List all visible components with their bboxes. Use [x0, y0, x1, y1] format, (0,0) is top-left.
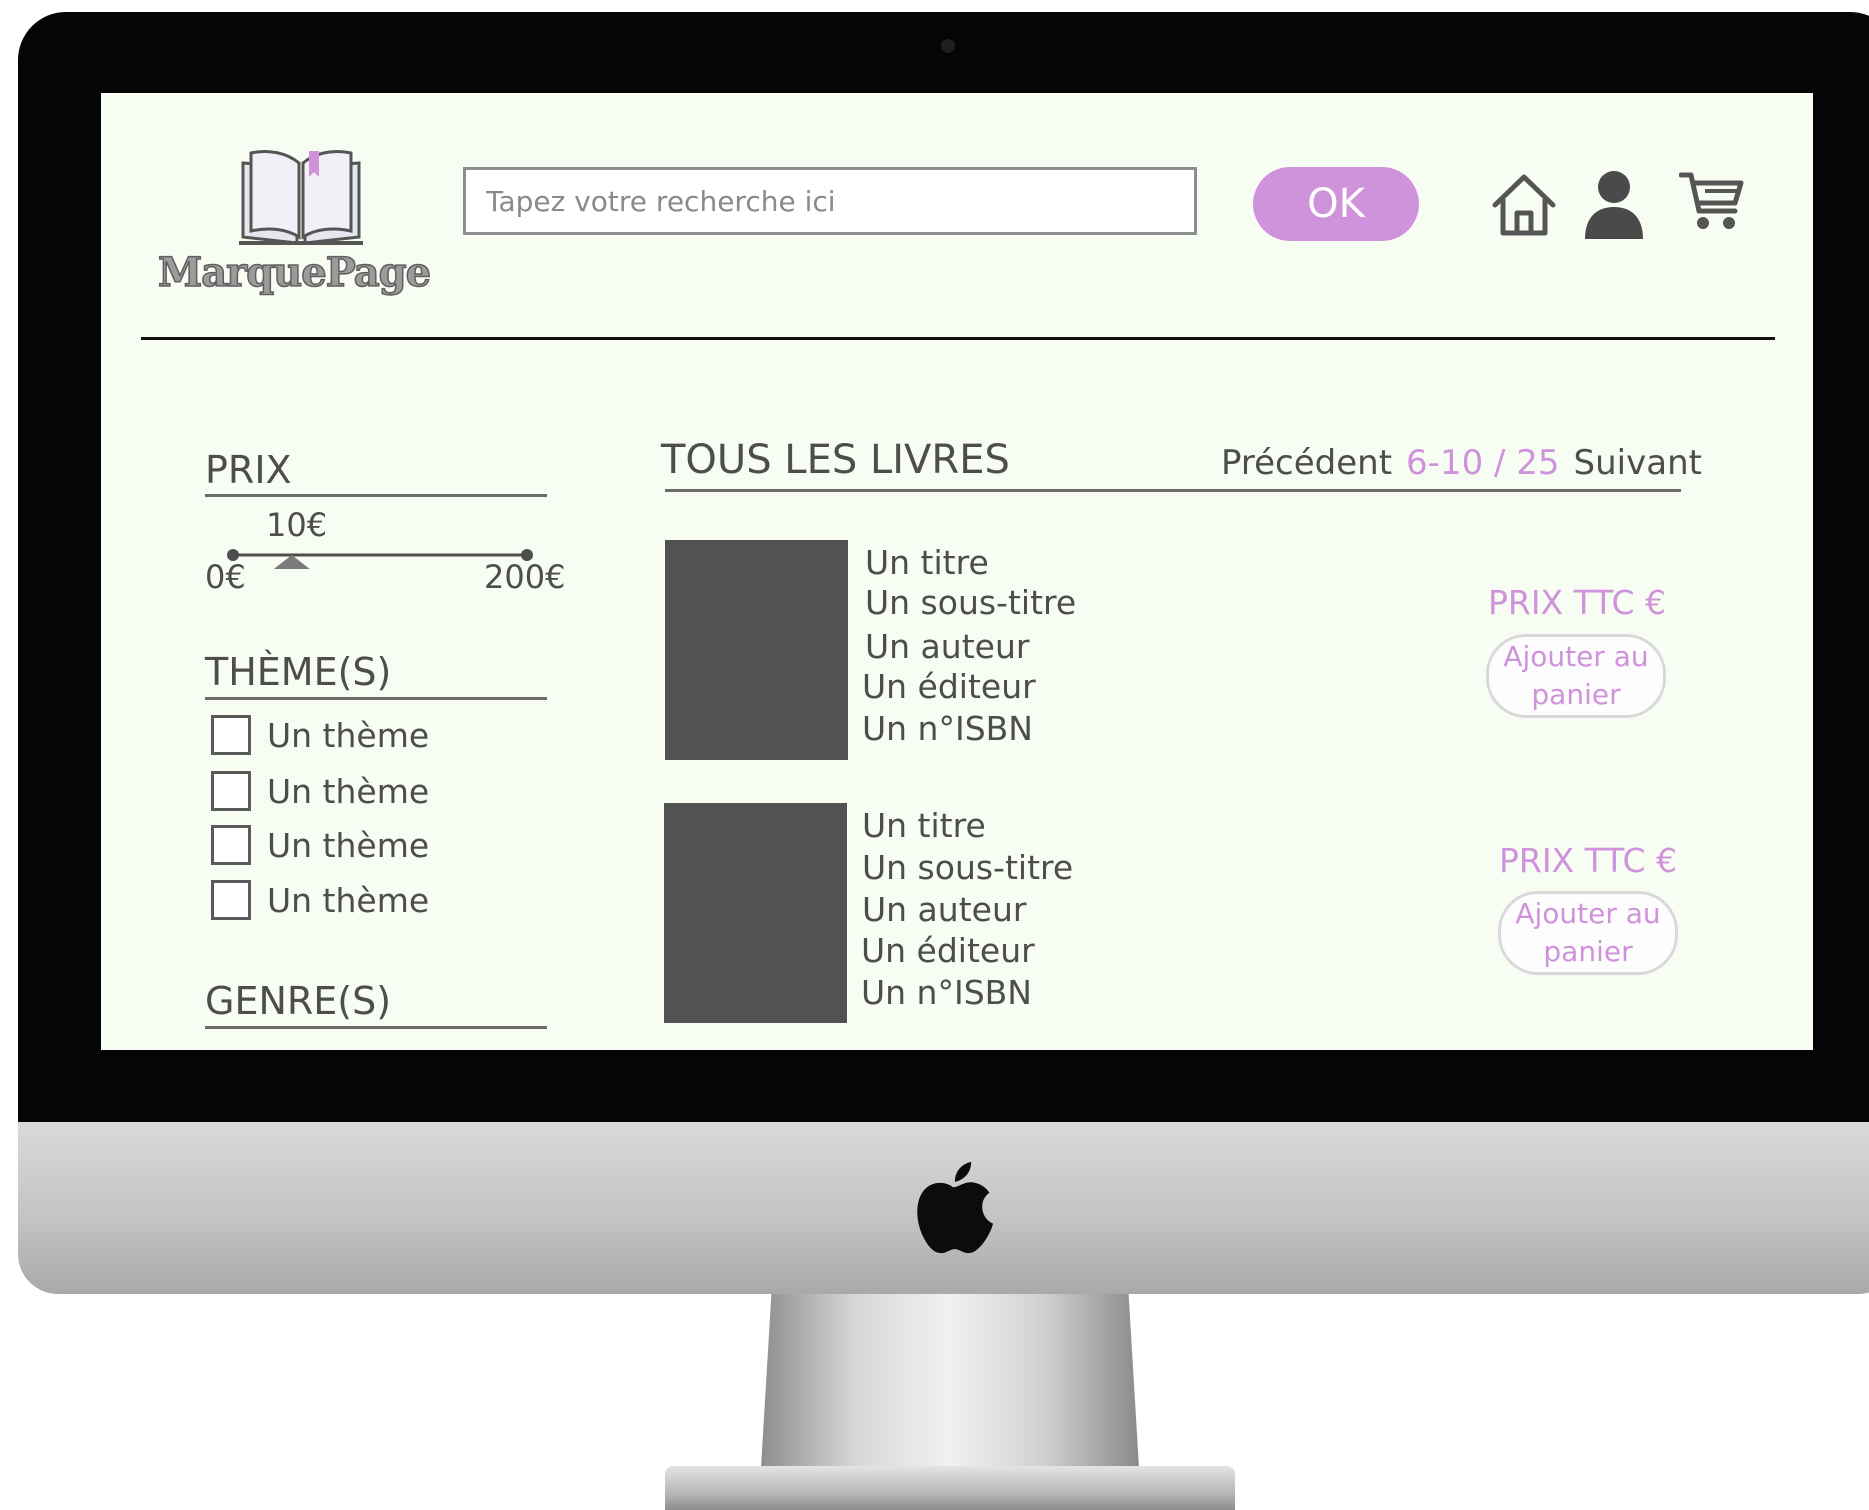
list-divider	[665, 489, 1681, 492]
theme-label: Un thème	[267, 771, 430, 811]
book-author: Un auteur	[865, 627, 1030, 666]
book-publisher: Un éditeur	[861, 931, 1035, 970]
theme-filter-title: THÈME(S)	[205, 650, 392, 694]
book-price: PRIX TTC €	[1499, 841, 1677, 880]
book-title[interactable]: Un titre	[862, 806, 986, 845]
search-input[interactable]	[466, 170, 1194, 232]
theme-option[interactable]: Un thème	[211, 823, 429, 867]
home-icon[interactable]	[1489, 169, 1559, 239]
theme-label: Un thème	[267, 715, 430, 755]
theme-label: Un thème	[267, 825, 430, 865]
price-current-value: 10€	[266, 506, 328, 544]
theme-option[interactable]: Un thème	[211, 878, 429, 922]
pagination-range: 6-10 / 25	[1406, 443, 1560, 483]
book-subtitle: Un sous-titre	[865, 583, 1077, 622]
price-filter-divider	[205, 494, 547, 497]
theme-checkbox[interactable]	[211, 880, 251, 920]
monitor-stand-foot	[665, 1466, 1235, 1510]
logo-text: MarquePage	[157, 248, 432, 297]
cart-icon[interactable]	[1679, 169, 1745, 235]
monitor-stand-neck	[760, 1294, 1140, 1484]
theme-checkbox[interactable]	[211, 825, 251, 865]
genre-filter-title: GENRE(S)	[205, 979, 392, 1023]
book-logo-icon	[239, 149, 363, 245]
book-price: PRIX TTC €	[1488, 583, 1666, 622]
header-divider	[141, 337, 1775, 340]
pagination: Précédent 6-10 / 25 Suivant	[1221, 443, 1702, 483]
list-title: TOUS LES LIVRES	[661, 437, 1010, 483]
pagination-next-link[interactable]: Suivant	[1574, 443, 1702, 483]
logo[interactable]: MarquePage	[149, 145, 439, 303]
search-box	[463, 167, 1197, 235]
book-author: Un auteur	[862, 890, 1027, 929]
book-publisher: Un éditeur	[862, 667, 1036, 706]
theme-label: Un thème	[267, 880, 430, 920]
book-cover[interactable]	[664, 803, 847, 1023]
slider-thumb	[273, 555, 310, 569]
genre-filter-divider	[205, 1026, 547, 1029]
user-icon[interactable]	[1583, 169, 1645, 239]
book-subtitle: Un sous-titre	[862, 848, 1074, 887]
add-to-cart-button[interactable]: Ajouter au panier	[1486, 634, 1666, 718]
book-title[interactable]: Un titre	[865, 543, 989, 582]
theme-option[interactable]: Un thème	[211, 769, 429, 813]
screen: MarquePage OK PRIX 10€ 0€ 200€ THÈME(S) …	[101, 93, 1813, 1050]
price-filter-title: PRIX	[205, 448, 292, 492]
book-isbn: Un n°ISBN	[862, 709, 1033, 748]
search-ok-button[interactable]: OK	[1253, 167, 1419, 241]
price-max-label: 200€	[484, 558, 566, 596]
theme-option[interactable]: Un thème	[211, 713, 429, 757]
price-min-label: 0€	[205, 558, 246, 596]
theme-checkbox[interactable]	[211, 771, 251, 811]
pagination-prev-link[interactable]: Précédent	[1221, 443, 1392, 483]
add-to-cart-button[interactable]: Ajouter au panier	[1498, 891, 1678, 975]
theme-checkbox[interactable]	[211, 715, 251, 755]
apple-logo-icon	[917, 1161, 993, 1254]
theme-filter-divider	[205, 697, 547, 700]
camera	[941, 39, 955, 53]
book-isbn: Un n°ISBN	[861, 973, 1032, 1012]
book-cover[interactable]	[665, 540, 848, 760]
